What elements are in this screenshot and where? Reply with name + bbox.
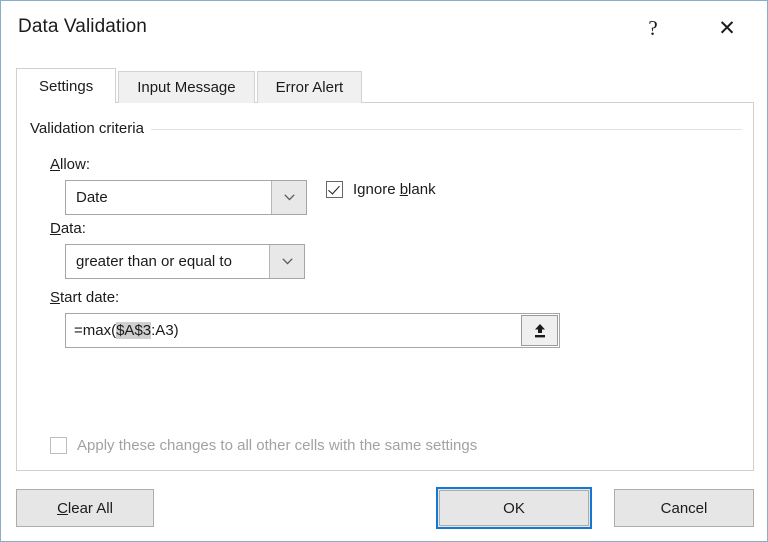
data-validation-dialog: Data Validation ? ✕ Validation criteria … [0,0,768,542]
data-label-rest: ata: [60,220,86,237]
formula-text-after: :A3) [151,322,179,339]
allow-dropdown-arrow[interactable] [271,181,306,214]
apply-changes-label: Apply these changes to all other cells w… [77,437,478,454]
allow-label: Allow: [50,156,90,173]
data-dropdown-value: greater than or equal to [76,253,232,270]
tab-strip: Settings Input Message Error Alert [16,68,364,103]
ignore-blank-label-prefix: Ignore [353,181,400,198]
allow-dropdown[interactable]: Date [65,180,307,215]
ignore-blank-label-accel: b [399,181,409,198]
tab-input-message[interactable]: Input Message [118,71,255,103]
title-bar: Data Validation ? ✕ [2,2,767,54]
data-dropdown[interactable]: greater than or equal to [65,244,305,279]
start-date-label: Start date: [50,289,119,306]
start-date-input-wrapper[interactable]: =max($A$3:A3) [65,313,560,348]
ignore-blank-checkbox-row[interactable]: Ignore blank [326,181,436,198]
dialog-title: Data Validation [18,16,147,37]
validation-criteria-label: Validation criteria [30,120,151,137]
tab-panel-settings: Validation criteria Allow: Date Ignore b… [16,102,754,471]
collapse-dialog-button[interactable] [521,315,558,346]
start-date-label-rest: tart date: [60,289,120,306]
collapse-dialog-icon [534,323,545,337]
ok-button[interactable]: OK [436,487,592,529]
tab-settings[interactable]: Settings [16,68,117,103]
data-label: Data: [50,220,86,237]
clear-all-label-accel: C [57,499,68,517]
apply-changes-checkbox-row: Apply these changes to all other cells w… [50,437,477,454]
ignore-blank-label: Ignore blank [353,181,436,198]
data-label-accel: D [50,220,61,237]
ignore-blank-checkbox[interactable] [326,181,343,198]
allow-label-accel: A [50,156,61,173]
allow-label-rest: llow: [60,156,91,173]
close-icon: ✕ [718,15,736,40]
apply-changes-checkbox [50,437,67,454]
tab-error-alert[interactable]: Error Alert [256,71,363,103]
cancel-button-label: Cancel [660,499,708,517]
cancel-button[interactable]: Cancel [614,489,754,527]
tab-settings-label: Settings [39,77,94,95]
question-mark-icon: ? [648,15,658,40]
tab-error-alert-label: Error Alert [275,79,344,96]
start-date-input[interactable]: =max($A$3:A3) [66,314,521,347]
ignore-blank-label-suffix: lank [408,181,436,198]
formula-text-before: =max( [74,322,117,339]
chevron-down-icon [281,258,293,265]
start-date-label-accel: S [50,289,61,306]
help-button[interactable]: ? [632,10,674,46]
data-dropdown-arrow[interactable] [269,245,304,278]
clear-all-button[interactable]: Clear All [16,489,154,527]
ok-button-label: OK [439,490,589,526]
close-button[interactable]: ✕ [706,10,748,46]
clear-all-label-rest: lear All [67,499,113,517]
chevron-down-icon [283,194,295,201]
tab-input-message-label: Input Message [137,79,236,96]
allow-dropdown-value: Date [76,189,108,206]
formula-text-selected: $A$3 [116,322,152,339]
